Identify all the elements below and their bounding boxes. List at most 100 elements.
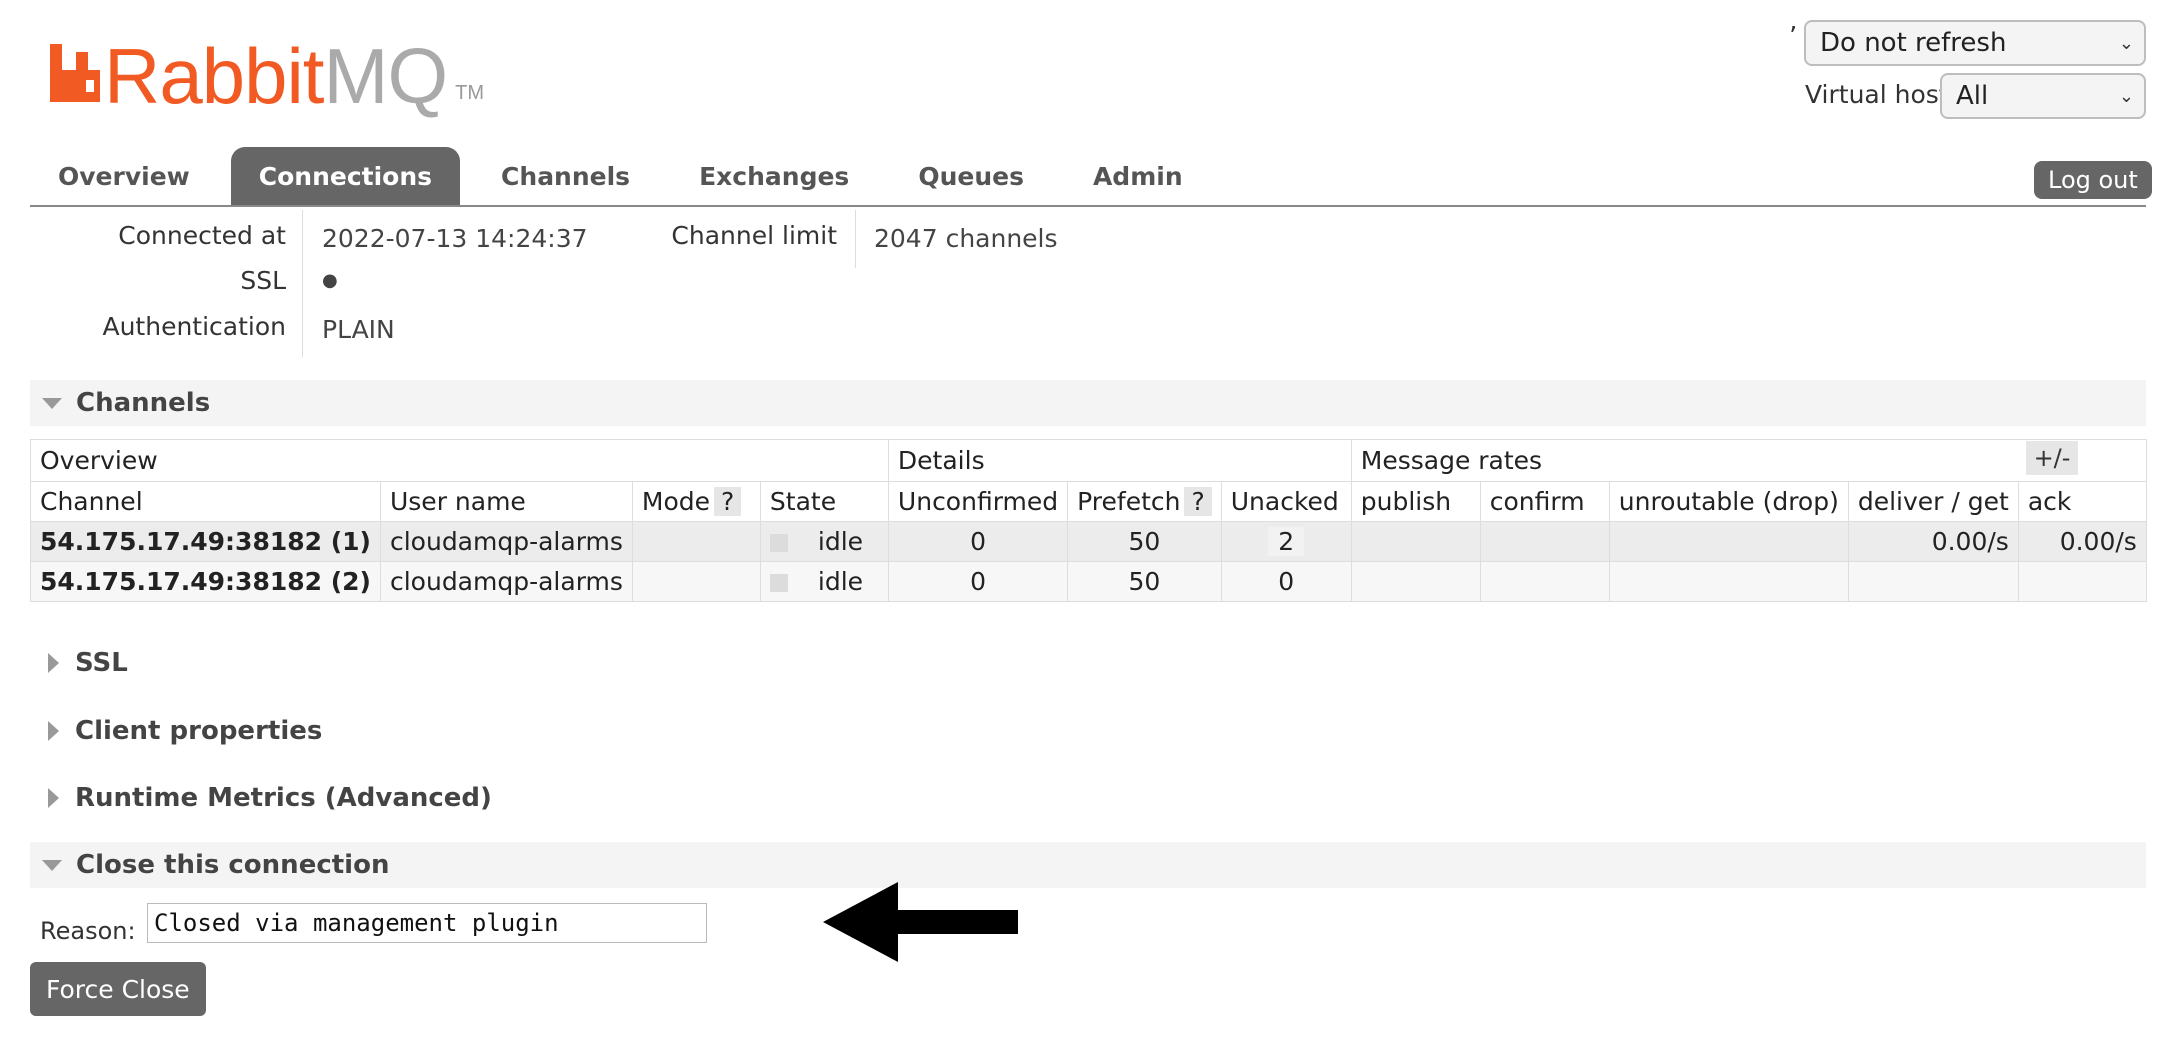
- refresh-indicator: ’: [1789, 22, 1798, 52]
- rabbitmq-logo-mark: [50, 44, 100, 102]
- section-ssl-title: SSL: [75, 648, 128, 678]
- group-header-overview: Overview: [30, 439, 889, 482]
- connected-at-label: Connected at: [118, 221, 286, 250]
- mode-cell: [631, 521, 761, 562]
- state-indicator-icon: [769, 574, 788, 592]
- state-value: idle: [817, 527, 864, 556]
- column-header-deliver-get[interactable]: deliver / get: [1847, 481, 2019, 522]
- force-close-button[interactable]: Force Close: [30, 962, 206, 1016]
- unacked-value: 2: [1268, 527, 1305, 556]
- ssl-label: SSL: [240, 266, 286, 295]
- column-header-prefetch: Prefetch?: [1067, 481, 1222, 522]
- virtual-host-label: Virtual host: [1805, 80, 1949, 109]
- channels-table: Overview Details Message rates Channel U…: [30, 439, 2147, 602]
- group-header-details: Details: [887, 439, 1352, 482]
- confirm-cell: [1479, 521, 1610, 562]
- prefetch-cell: 50: [1067, 521, 1222, 562]
- column-header-ack[interactable]: ack: [2017, 481, 2147, 522]
- channel-limit-label: Channel limit: [671, 221, 837, 250]
- unroutable-cell: [1608, 561, 1849, 602]
- refresh-interval-value: Do not refresh: [1820, 28, 2007, 58]
- reason-label: Reason:: [40, 917, 136, 945]
- prefetch-cell: 50: [1067, 561, 1222, 602]
- channel-link[interactable]: 54.175.17.49:38182 (2): [30, 561, 381, 602]
- column-header-mode: Mode?: [631, 481, 761, 522]
- user-name-cell: cloudamqp-alarms: [379, 521, 633, 562]
- authentication-label: Authentication: [102, 312, 286, 341]
- help-icon[interactable]: ?: [1184, 487, 1212, 516]
- tab-channels[interactable]: Channels: [473, 147, 658, 205]
- user-name-cell: cloudamqp-alarms: [379, 561, 633, 602]
- refresh-interval-select[interactable]: Do not refresh ⌄: [1804, 20, 2146, 66]
- section-close-connection-toggle[interactable]: Close this connection: [30, 842, 2146, 888]
- tab-connections[interactable]: Connections: [230, 147, 461, 205]
- state-value: idle: [817, 567, 864, 596]
- logo-text-rabbit: Rabbit: [104, 32, 324, 120]
- section-client-properties-title: Client properties: [75, 716, 323, 746]
- logout-button[interactable]: Log out: [2034, 161, 2152, 199]
- channel-limit-value: 2047 channels: [874, 224, 1058, 253]
- section-close-connection-title: Close this connection: [76, 850, 390, 880]
- unconfirmed-cell: 0: [887, 521, 1069, 562]
- column-header-unconfirmed[interactable]: Unconfirmed: [887, 481, 1069, 522]
- deliver-get-cell: 0.00/s: [1847, 521, 2019, 562]
- tab-exchanges[interactable]: Exchanges: [671, 147, 877, 205]
- help-icon[interactable]: ?: [714, 487, 742, 516]
- column-toggle-button[interactable]: +/-: [2026, 441, 2078, 475]
- logo-text-mq: MQ: [323, 32, 448, 120]
- column-header-publish[interactable]: publish: [1350, 481, 1481, 522]
- section-runtime-metrics-title: Runtime Metrics (Advanced): [75, 783, 492, 813]
- virtual-host-select[interactable]: All ⌄: [1940, 73, 2146, 119]
- section-channels-title: Channels: [76, 388, 211, 418]
- main-nav-tabs: Overview Connections Channels Exchanges …: [30, 147, 1224, 205]
- info-separator: [302, 210, 303, 357]
- tab-admin[interactable]: Admin: [1065, 147, 1211, 205]
- ssl-value: ●: [322, 270, 338, 291]
- state-cell: idle: [759, 521, 889, 562]
- rabbitmq-logo: Rabbit MQ TM: [50, 32, 485, 120]
- unconfirmed-cell: 0: [887, 561, 1069, 602]
- table-row: 54.175.17.49:38182 (2) cloudamqp-alarms …: [30, 561, 2147, 602]
- deliver-get-cell: [1847, 561, 2019, 602]
- tab-queues[interactable]: Queues: [890, 147, 1052, 205]
- column-header-mode-label: Mode: [641, 487, 711, 516]
- mode-cell: [631, 561, 761, 602]
- chevron-down-icon: ⌄: [2118, 32, 2134, 54]
- section-channels-toggle[interactable]: Channels: [30, 380, 2146, 426]
- column-header-channel[interactable]: Channel: [30, 481, 381, 522]
- triangle-down-icon: [42, 859, 62, 871]
- reason-input[interactable]: [147, 903, 707, 943]
- triangle-down-icon: [42, 397, 62, 409]
- column-header-confirm[interactable]: confirm: [1479, 481, 1610, 522]
- ack-cell: 0.00/s: [2017, 521, 2147, 562]
- tab-overview[interactable]: Overview: [30, 147, 218, 205]
- unroutable-cell: [1608, 521, 1849, 562]
- state-indicator-icon: [769, 534, 788, 552]
- column-header-user-name[interactable]: User name: [379, 481, 633, 522]
- section-runtime-metrics-toggle[interactable]: Runtime Metrics (Advanced): [30, 775, 2146, 821]
- column-header-unacked[interactable]: Unacked: [1220, 481, 1352, 522]
- confirm-cell: [1479, 561, 1610, 602]
- channel-link[interactable]: 54.175.17.49:38182 (1): [30, 521, 381, 562]
- left-arrow-icon: [823, 882, 1018, 962]
- unacked-cell: 2: [1220, 521, 1352, 562]
- logo-trademark: TM: [455, 82, 485, 104]
- state-cell: idle: [759, 561, 889, 602]
- column-header-state[interactable]: State: [759, 481, 889, 522]
- publish-cell: [1350, 521, 1481, 562]
- chevron-down-icon: ⌄: [2118, 85, 2134, 107]
- section-client-properties-toggle[interactable]: Client properties: [30, 708, 2146, 754]
- column-header-prefetch-label: Prefetch: [1077, 487, 1181, 516]
- authentication-value: PLAIN: [322, 315, 395, 344]
- info-separator: [855, 210, 856, 268]
- unacked-cell: 0: [1220, 561, 1352, 602]
- table-row: 54.175.17.49:38182 (1) cloudamqp-alarms …: [30, 521, 2147, 562]
- triangle-right-icon: [48, 788, 59, 808]
- column-header-unroutable[interactable]: unroutable (drop): [1608, 481, 1849, 522]
- tab-divider: [30, 205, 2146, 207]
- virtual-host-value: All: [1956, 81, 1989, 111]
- triangle-right-icon: [48, 721, 59, 741]
- triangle-right-icon: [48, 653, 59, 673]
- section-ssl-toggle[interactable]: SSL: [30, 640, 2146, 686]
- ack-cell: [2017, 561, 2147, 602]
